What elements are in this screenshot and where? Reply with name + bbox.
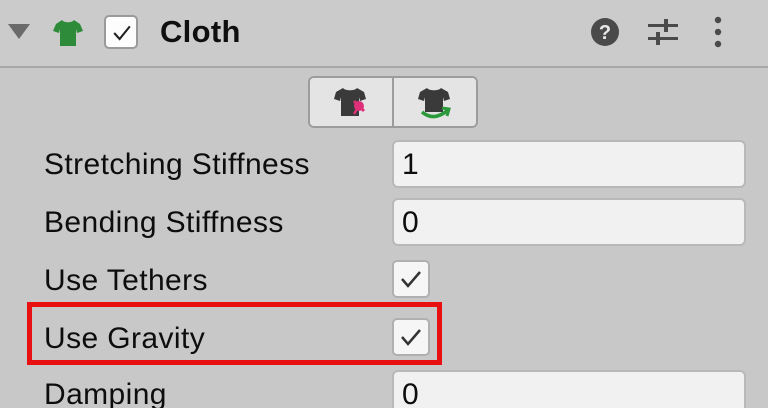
svg-text:?: ? <box>599 22 611 44</box>
help-icon[interactable]: ? <box>590 17 620 47</box>
property-label: Bending Stiffness <box>44 206 284 239</box>
use-tethers-checkbox[interactable] <box>392 260 430 298</box>
edit-self-collision-button[interactable] <box>392 78 476 126</box>
inspector-panel: Cloth ? Stretching Stiffness 1 Bending S… <box>0 0 768 408</box>
edit-constraints-button[interactable] <box>310 78 392 126</box>
bending-stiffness-field[interactable]: 0 <box>392 198 746 246</box>
property-row-damping: Damping 0 <box>0 370 768 408</box>
damping-field[interactable]: 0 <box>392 370 746 408</box>
component-enabled-checkbox[interactable] <box>104 15 138 49</box>
shirt-icon <box>53 20 83 46</box>
cloth-tools <box>308 76 478 128</box>
property-label: Damping <box>44 378 167 408</box>
property-label: Use Tethers <box>44 264 208 297</box>
property-label: Stretching Stiffness <box>44 148 310 181</box>
edit-constraints-icon <box>334 88 366 116</box>
stretching-stiffness-field[interactable]: 1 <box>392 140 746 188</box>
component-title: Cloth <box>160 14 241 49</box>
highlight-box <box>27 302 442 365</box>
preset-icon[interactable] <box>646 16 680 48</box>
property-row-stretching-stiffness: Stretching Stiffness 1 <box>0 140 768 194</box>
property-row-bending-stiffness: Bending Stiffness 0 <box>0 198 768 252</box>
edit-self-collision-icon <box>418 88 451 119</box>
checkmark-icon <box>113 25 131 41</box>
menu-icon[interactable] <box>708 14 728 50</box>
component-header[interactable]: Cloth ? <box>0 0 768 68</box>
checkmark-icon <box>401 271 421 288</box>
foldout-arrow-icon[interactable] <box>8 24 30 39</box>
